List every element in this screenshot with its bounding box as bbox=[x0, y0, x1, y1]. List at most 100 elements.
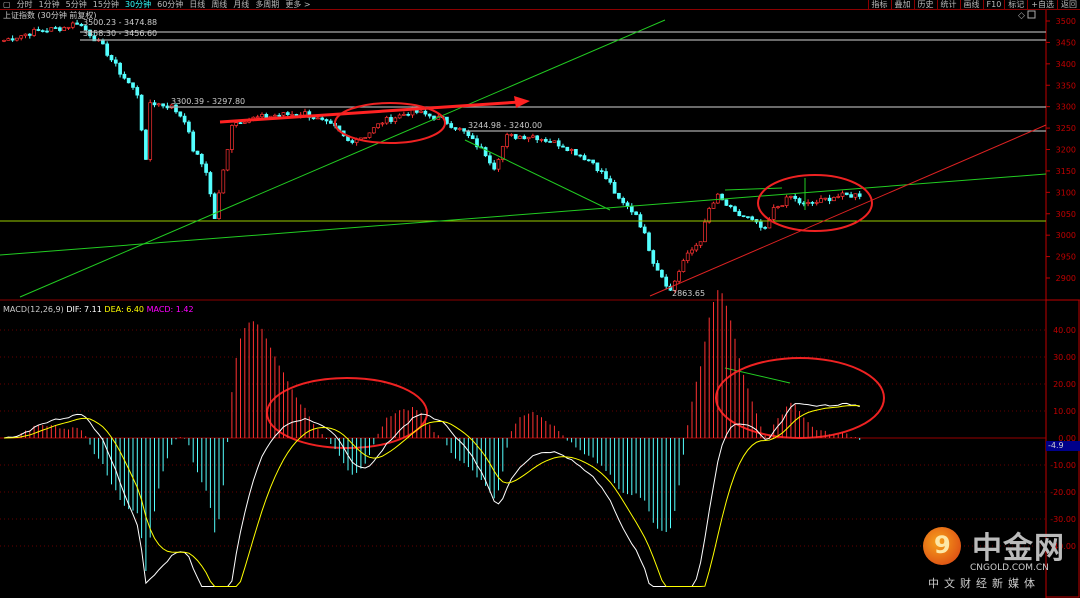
candle-body bbox=[776, 206, 780, 208]
candle-body bbox=[58, 27, 62, 31]
candle-body bbox=[32, 29, 36, 36]
candle-body bbox=[70, 22, 75, 28]
candle-body bbox=[539, 139, 544, 141]
candle-body bbox=[496, 159, 501, 170]
candle-body bbox=[234, 122, 239, 126]
candle-body bbox=[711, 202, 716, 209]
price-chart[interactable]: 3500 3450 3400 3350 3300 3250 3200 3150 3100 3050… bbox=[0, 0, 1080, 598]
candle-body bbox=[840, 192, 845, 197]
candle-body bbox=[685, 252, 690, 261]
candle-body bbox=[118, 62, 122, 75]
candle-body bbox=[569, 149, 574, 152]
candle-body bbox=[526, 136, 531, 140]
candle-body bbox=[62, 27, 67, 31]
candle-body bbox=[784, 196, 789, 206]
candle-body bbox=[105, 43, 110, 56]
candle-body bbox=[238, 122, 243, 125]
candle-body bbox=[191, 131, 196, 152]
candle-body bbox=[212, 193, 217, 219]
price-tick-label: 3300 bbox=[1056, 103, 1076, 112]
candle-body bbox=[195, 150, 200, 155]
candle-body bbox=[423, 110, 428, 115]
candle-body bbox=[199, 153, 204, 165]
candle-body bbox=[853, 193, 858, 198]
candle-body bbox=[397, 114, 402, 119]
candle-body bbox=[582, 155, 587, 161]
price-tick-label: 3150 bbox=[1056, 167, 1076, 176]
candle-body bbox=[690, 249, 694, 254]
watermark-name: 中金网 bbox=[972, 531, 1065, 566]
candle-body bbox=[449, 123, 454, 128]
candle-body bbox=[621, 197, 626, 204]
candle-body bbox=[19, 35, 24, 39]
candle-body bbox=[556, 140, 561, 147]
candle-body bbox=[384, 117, 389, 124]
candle-body bbox=[27, 33, 32, 36]
candle-body bbox=[264, 113, 269, 118]
candle-body bbox=[797, 198, 802, 204]
candle-body bbox=[380, 122, 385, 125]
candle-body bbox=[174, 104, 178, 113]
candle-body bbox=[819, 198, 823, 203]
candle-body bbox=[836, 196, 841, 198]
candle-body bbox=[595, 162, 600, 172]
highlight-ellipse bbox=[334, 102, 446, 144]
candle-body bbox=[66, 26, 71, 29]
candle-body bbox=[789, 195, 793, 198]
candle-body bbox=[724, 199, 729, 206]
candle-body bbox=[324, 119, 329, 122]
macd-tick-label: 30.00 bbox=[1053, 353, 1076, 362]
candle-body bbox=[371, 127, 376, 134]
price-tick-label: 3250 bbox=[1056, 124, 1076, 133]
candle-body bbox=[647, 232, 651, 251]
candle-body bbox=[36, 29, 41, 31]
candle-body bbox=[75, 22, 79, 25]
candle-body bbox=[393, 117, 398, 122]
candle-body bbox=[316, 117, 320, 120]
level-label: 3244.98 - 3240.00 bbox=[468, 121, 542, 130]
candle-body bbox=[664, 276, 669, 287]
candle-body bbox=[427, 113, 432, 117]
candle-body bbox=[367, 132, 372, 138]
candle-body bbox=[320, 117, 325, 120]
candle-body bbox=[281, 112, 286, 116]
candle-body bbox=[586, 159, 591, 162]
red-arrow-head bbox=[514, 96, 530, 108]
candle-body bbox=[509, 134, 514, 136]
watermark: 9 中金网 CNGOLD.COM.CN 中文财经新媒体 bbox=[920, 523, 1070, 593]
candle-body bbox=[763, 227, 767, 229]
candle-body bbox=[290, 114, 294, 116]
candle-body bbox=[156, 103, 161, 106]
candle-body bbox=[187, 121, 191, 133]
candle-body bbox=[273, 114, 277, 117]
candle-body bbox=[694, 244, 699, 251]
candle-body bbox=[40, 30, 45, 32]
panel-toggle-icon bbox=[1027, 10, 1036, 19]
candle-body bbox=[741, 215, 746, 218]
candle-body bbox=[642, 226, 647, 234]
watermark-slogan: 中文财经新媒体 bbox=[928, 577, 1040, 590]
candle-body bbox=[277, 114, 282, 117]
candle-body bbox=[655, 263, 660, 271]
price-tick-label: 3100 bbox=[1056, 188, 1076, 197]
candle-body bbox=[591, 159, 595, 164]
candle-body bbox=[634, 211, 638, 215]
candle-body bbox=[814, 201, 819, 204]
candle-body bbox=[45, 30, 49, 33]
macd-tick-label: 40.00 bbox=[1053, 326, 1076, 335]
level-label: 3458.30 - 3456.60 bbox=[83, 29, 157, 38]
candle-body bbox=[488, 155, 492, 164]
macd-tick-label: -20.00 bbox=[1050, 488, 1076, 497]
price-tick-label: 2900 bbox=[1056, 274, 1076, 283]
candle-body bbox=[225, 149, 230, 171]
candle-body bbox=[328, 120, 333, 124]
watermark-domain: CNGOLD.COM.CN bbox=[970, 563, 1049, 573]
candle-body bbox=[629, 206, 634, 213]
candle-body bbox=[285, 112, 290, 115]
candle-body bbox=[135, 87, 140, 96]
candle-body bbox=[144, 129, 148, 160]
candle-body bbox=[746, 216, 750, 218]
candle-body bbox=[771, 207, 776, 220]
price-tick-label: 3200 bbox=[1056, 146, 1076, 155]
candle-body bbox=[109, 55, 114, 61]
